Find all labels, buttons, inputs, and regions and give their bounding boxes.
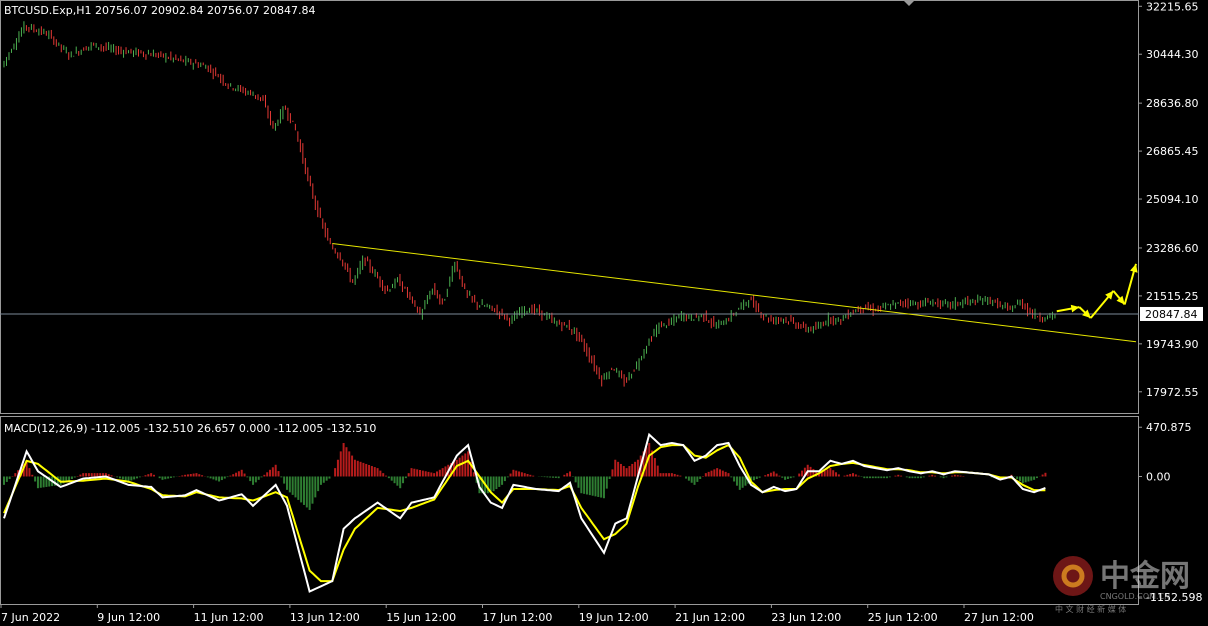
- watermark-name: 中金网: [1100, 559, 1190, 594]
- macd-main-line: [3, 432, 1046, 593]
- price-panel-frame: [0, 0, 1139, 414]
- price-tick-label: 26865.45: [1146, 145, 1199, 158]
- macd-panel[interactable]: [3, 432, 1047, 593]
- watermark-logo: 中金网 CNGOLD.COM.CN 中 文 财 经 新 媒 体: [1053, 556, 1190, 614]
- time-tick-label: 11 Jun 12:00: [194, 611, 264, 624]
- macd-header: MACD(12,26,9) -112.005 -132.510 26.657 0…: [4, 422, 376, 435]
- price-header: BTCUSD.Exp,H1 20756.07 20902.84 20756.07…: [4, 4, 315, 17]
- scroll-marker-icon[interactable]: [903, 0, 915, 6]
- macd-tick-label: 0.00: [1146, 470, 1171, 483]
- chart-canvas: 32215.65 30444.30 28636.80 26865.45 25094.10…: [0, 0, 1203, 624]
- time-tick-label: 25 Jun 12:00: [868, 611, 938, 624]
- watermark-logo-icon: [1053, 556, 1093, 596]
- price-tick-label: 32215.65: [1146, 0, 1199, 13]
- price-tick-label: 19743.90: [1146, 338, 1199, 351]
- axes: 32215.65 30444.30 28636.80 26865.45 25094.10…: [0, 0, 1203, 624]
- trendline: [332, 243, 1137, 343]
- price-tick-label: 21515.25: [1146, 290, 1199, 303]
- time-tick-label: 19 Jun 12:00: [579, 611, 649, 624]
- price-tick-label: 28636.80: [1146, 97, 1199, 110]
- price-tick-label: 25094.10: [1146, 193, 1199, 206]
- macd-panel-frame: [0, 416, 1139, 605]
- price-panel[interactable]: [0, 21, 1139, 387]
- macd-signal-line: [3, 443, 1046, 583]
- time-tick-label: 17 Jun 12:00: [483, 611, 553, 624]
- macd-tick-label: 470.875: [1146, 421, 1192, 434]
- time-tick-label: 9 Jun 12:00: [97, 611, 160, 624]
- price-tick-label: 23286.60: [1146, 242, 1199, 255]
- current-price-label: 20847.84: [1145, 308, 1198, 321]
- price-tick-label: 30444.30: [1146, 48, 1199, 61]
- forecast-arrow-head: [1070, 304, 1080, 313]
- time-tick-label: 7 Jun 2022: [1, 611, 60, 624]
- time-tick-label: 13 Jun 12:00: [290, 611, 360, 624]
- watermark-domain: CNGOLD.COM.CN: [1100, 592, 1170, 601]
- time-tick-label: 27 Jun 12:00: [964, 611, 1034, 624]
- watermark-subtitle: 中 文 财 经 新 媒 体: [1055, 604, 1126, 614]
- time-tick-label: 21 Jun 12:00: [675, 611, 745, 624]
- time-tick-label: 15 Jun 12:00: [386, 611, 456, 624]
- time-tick-label: 23 Jun 12:00: [771, 611, 841, 624]
- price-tick-label: 17972.55: [1146, 386, 1199, 399]
